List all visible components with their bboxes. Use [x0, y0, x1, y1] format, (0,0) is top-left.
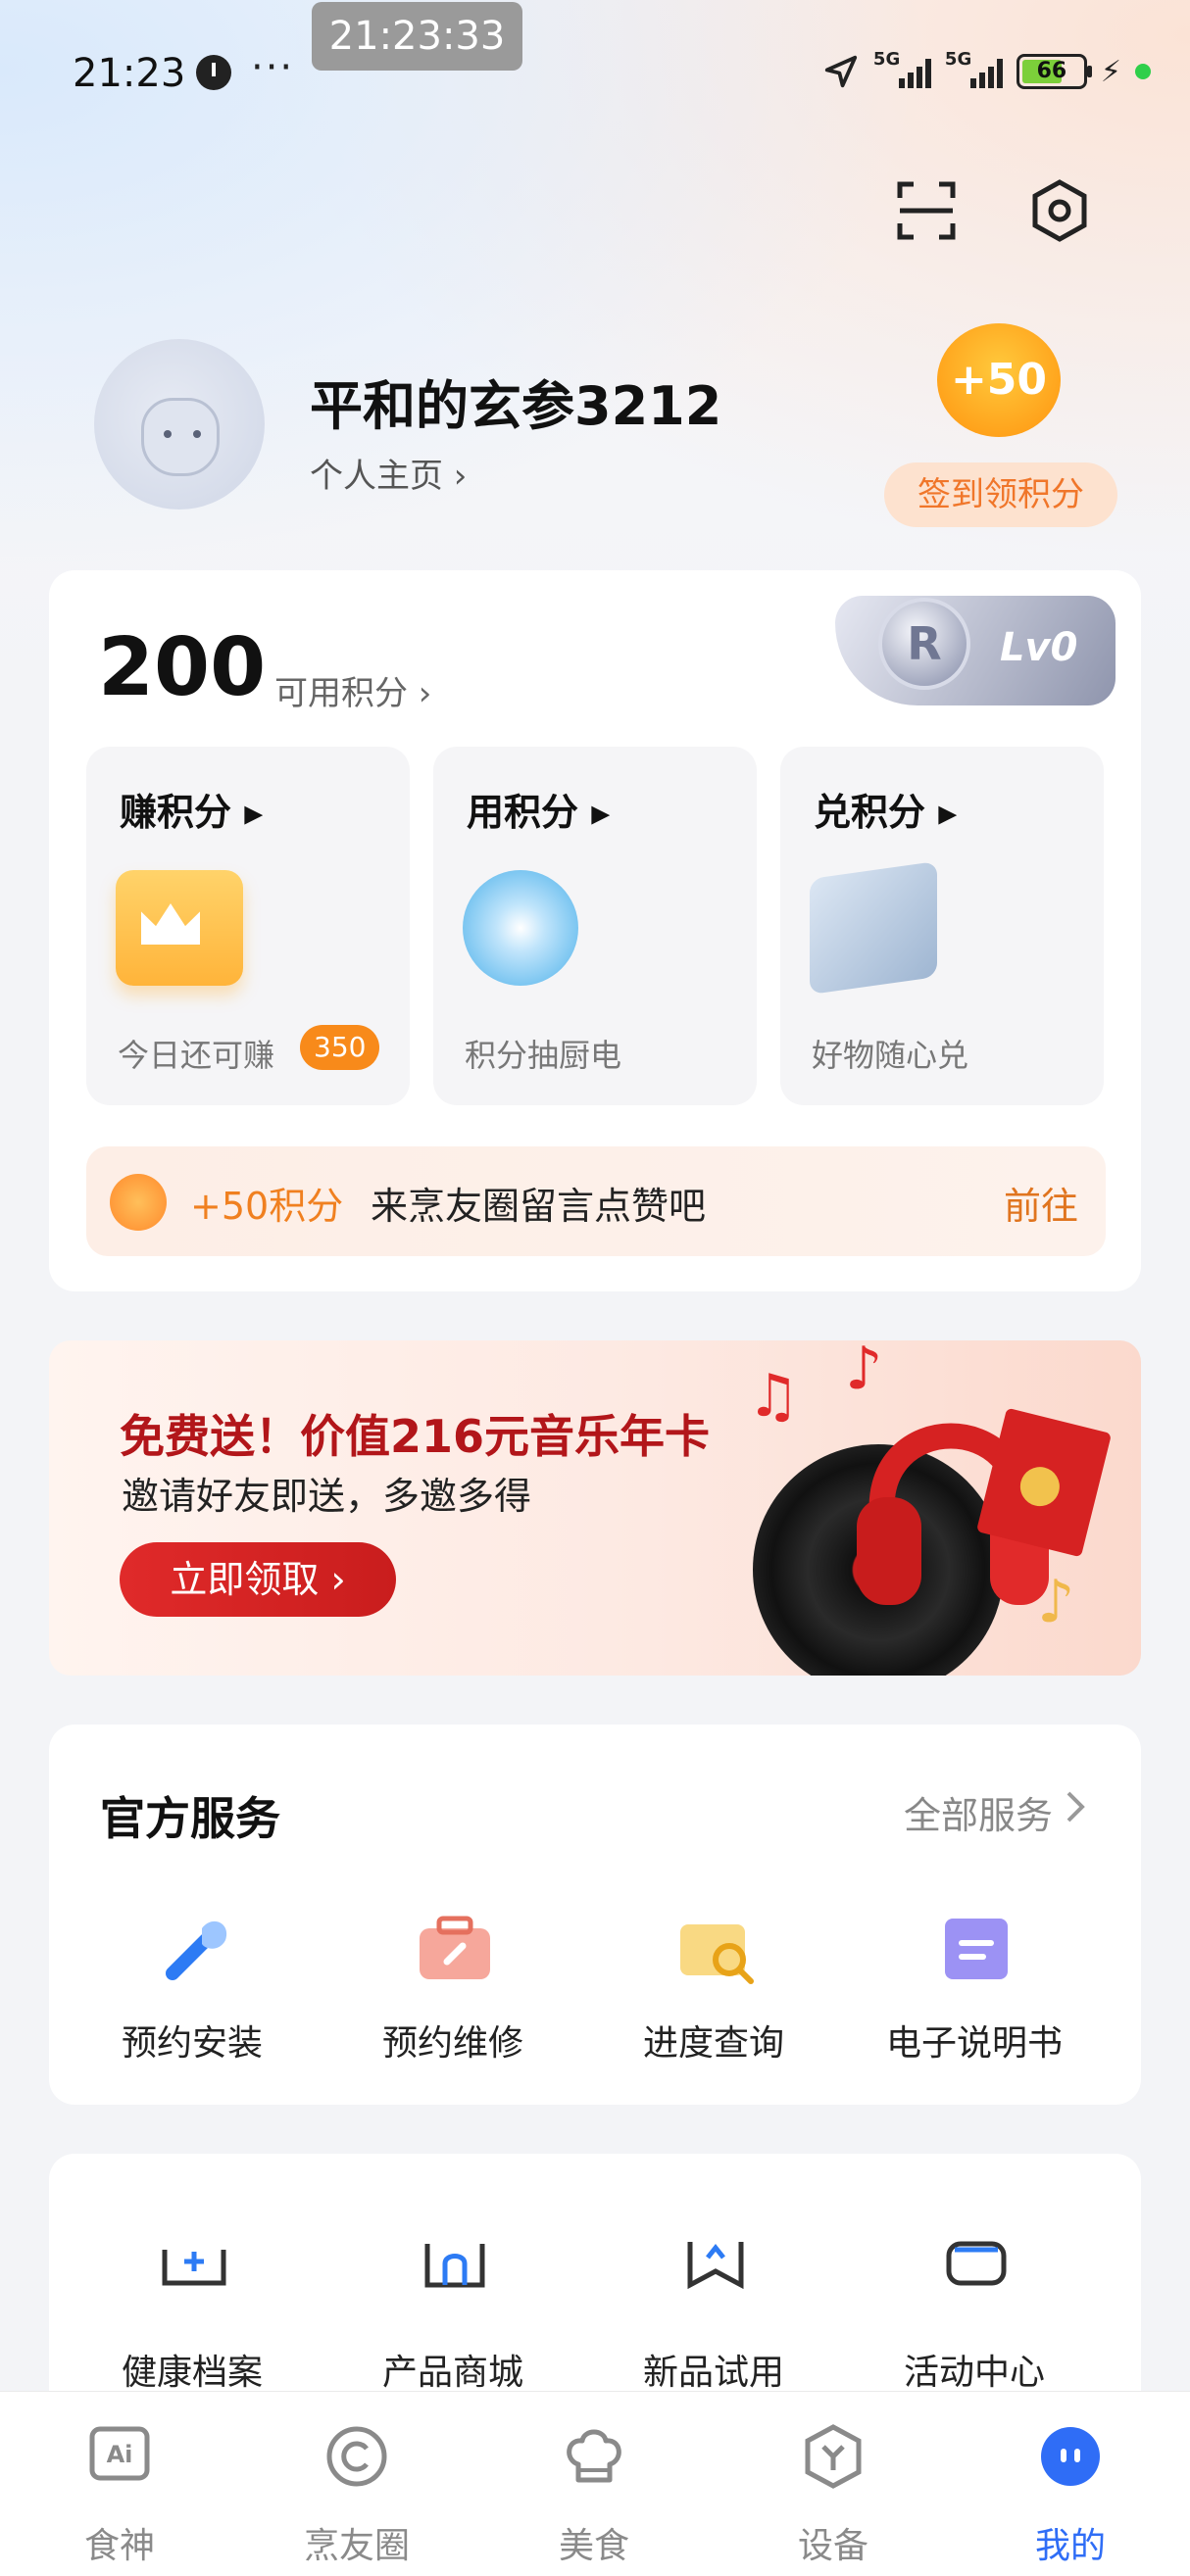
tile-title: 兑积分 ▸: [814, 791, 958, 834]
checkin-button[interactable]: 签到领积分: [884, 462, 1117, 527]
tab-label: 我的: [1034, 2526, 1106, 2566]
tab-ai-chef[interactable]: Ai 食神: [22, 2421, 218, 2568]
level-label: Lv0: [1000, 625, 1078, 670]
points-label[interactable]: 可用积分 ›: [274, 666, 431, 714]
avatar[interactable]: [94, 339, 265, 510]
tool-health-record[interactable]: 健康档案: [74, 2224, 310, 2401]
tool-store[interactable]: 产品商城: [335, 2224, 570, 2401]
level-badge[interactable]: R Lv0: [835, 596, 1116, 705]
install-icon: [166, 1920, 227, 1980]
tool-label: 产品商城: [381, 2353, 523, 2393]
tab-me[interactable]: 我的: [972, 2421, 1168, 2568]
redeem-points-tile[interactable]: 兑积分 ▸ 好物随心兑: [780, 747, 1104, 1105]
promo-strip[interactable]: +50积分 来烹友圈留言点赞吧 前往: [86, 1146, 1106, 1256]
tool-label: 活动中心: [903, 2353, 1045, 2393]
chevron-right-icon[interactable]: [1063, 1787, 1088, 1826]
use-points-tile[interactable]: 用积分 ▸ 积分抽厨电: [433, 747, 757, 1105]
music-card-banner[interactable]: 免费送！价值216元音乐年卡 邀请好友即送，多邀多得 立即领取 › ♫ ♪ ♪: [49, 1340, 1141, 1676]
trial-icon: [687, 2242, 744, 2290]
tile-subtitle: 今日还可赚: [118, 1037, 275, 1074]
checkin-coin-icon[interactable]: +50: [937, 323, 1061, 437]
services-title: 官方服务: [100, 1792, 280, 1845]
tab-label: 设备: [797, 2526, 868, 2566]
coin-icon: [110, 1174, 167, 1231]
bottom-tab-bar: Ai 食神 烹友圈 美食 设备 我的: [0, 2391, 1190, 2576]
status-indicators: 5G 5G 66 ⚡: [822, 49, 1151, 90]
promo-text: 来烹友圈留言点赞吧: [371, 1185, 707, 1228]
manual-icon: [945, 1919, 1008, 1979]
promo-go-button[interactable]: 前往: [1004, 1176, 1078, 1230]
tab-food[interactable]: 美食: [496, 2421, 692, 2568]
status-time: 21:23: [73, 51, 186, 96]
tab-label: 食神: [83, 2526, 155, 2566]
service-label: 预约维修: [381, 2023, 523, 2064]
promo-points: +50积分: [190, 1185, 344, 1228]
tool-label: 健康档案: [121, 2353, 263, 2393]
tool-trial[interactable]: 新品试用: [596, 2224, 831, 2401]
charging-icon: ⚡: [1100, 54, 1121, 89]
service-label: 电子说明书: [885, 2023, 1063, 2064]
claim-button[interactable]: 立即领取 ›: [120, 1542, 396, 1617]
profile-icon: [1041, 2427, 1100, 2486]
username: 平和的玄参3212: [310, 375, 722, 437]
more-notifications-icon: ···: [251, 45, 295, 90]
service-manual[interactable]: 电子说明书: [857, 1905, 1092, 2081]
privacy-indicator-icon: [1135, 64, 1151, 79]
status-bar: 21:23 ··· 21:23:33 5G 5G 66 ⚡: [0, 0, 1190, 118]
tab-circle[interactable]: 烹友圈: [259, 2421, 455, 2568]
crown-card-icon: [116, 870, 243, 986]
tile-title: 赚积分 ▸: [120, 791, 264, 834]
earn-points-tile[interactable]: 赚积分 ▸ 今日还可赚 350: [86, 747, 410, 1105]
points-value[interactable]: 200: [98, 621, 266, 714]
tool-label: 新品试用: [642, 2353, 784, 2393]
tile-subtitle: 好物随心兑: [812, 1037, 969, 1074]
homepage-link[interactable]: 个人主页 ›: [310, 449, 467, 497]
svg-text:Ai: Ai: [107, 2441, 133, 2468]
service-install[interactable]: 预约安装: [74, 1905, 310, 2081]
banner-title: 免费送！价值216元音乐年卡: [120, 1410, 711, 1463]
tab-label: 美食: [558, 2526, 629, 2566]
chef-hat-icon: [567, 2429, 621, 2483]
settings-icon[interactable]: [1025, 176, 1094, 245]
store-icon: [424, 2244, 485, 2288]
device-icon: [805, 2424, 862, 2489]
level-medal-icon: R: [878, 598, 970, 690]
earn-count-badge: 350: [300, 1025, 380, 1070]
service-label: 进度查询: [642, 2023, 784, 2064]
product-pack-icon: [810, 860, 937, 996]
scan-icon[interactable]: [892, 176, 961, 245]
service-repair[interactable]: 预约维修: [335, 1905, 570, 2081]
tool-activity[interactable]: 活动中心: [857, 2224, 1092, 2401]
music-note-icon: ♪: [1037, 1568, 1075, 1636]
tile-title: 用积分 ▸: [467, 791, 611, 834]
battery-icon: 66: [1016, 54, 1092, 89]
repair-icon: [420, 1916, 490, 1979]
tab-device[interactable]: 设备: [735, 2421, 931, 2568]
service-progress[interactable]: 进度查询: [596, 1905, 831, 2081]
recording-time-overlay: 21:23:33: [312, 2, 522, 71]
signal-icon-2: 5G: [945, 49, 1003, 88]
lucky-dial-icon: [463, 870, 578, 986]
tile-subtitle: 积分抽厨电: [465, 1037, 622, 1074]
circle-icon: [326, 2426, 387, 2487]
tab-label: 烹友圈: [303, 2526, 410, 2566]
location-arrow-icon: [824, 55, 858, 88]
banner-subtitle: 邀请好友即送，多邀多得: [122, 1475, 532, 1518]
ai-chef-icon: Ai: [89, 2426, 150, 2481]
all-services-link[interactable]: 全部服务: [904, 1785, 1053, 1839]
official-services-card: 官方服务 全部服务 预约安装 预约维修 进度查询 电子说明书: [49, 1725, 1141, 2105]
health-record-icon: [162, 2250, 226, 2286]
music-note-icon: ♫: [747, 1362, 800, 1431]
alarm-icon: [196, 55, 231, 90]
service-label: 预约安装: [121, 2023, 263, 2064]
points-card: 200 可用积分 › R Lv0 赚积分 ▸ 今日还可赚 350 用积分 ▸ 积…: [49, 570, 1141, 1291]
activity-icon: [946, 2241, 1007, 2286]
progress-search-icon: [680, 1924, 754, 1984]
signal-icon: 5G: [873, 49, 931, 88]
